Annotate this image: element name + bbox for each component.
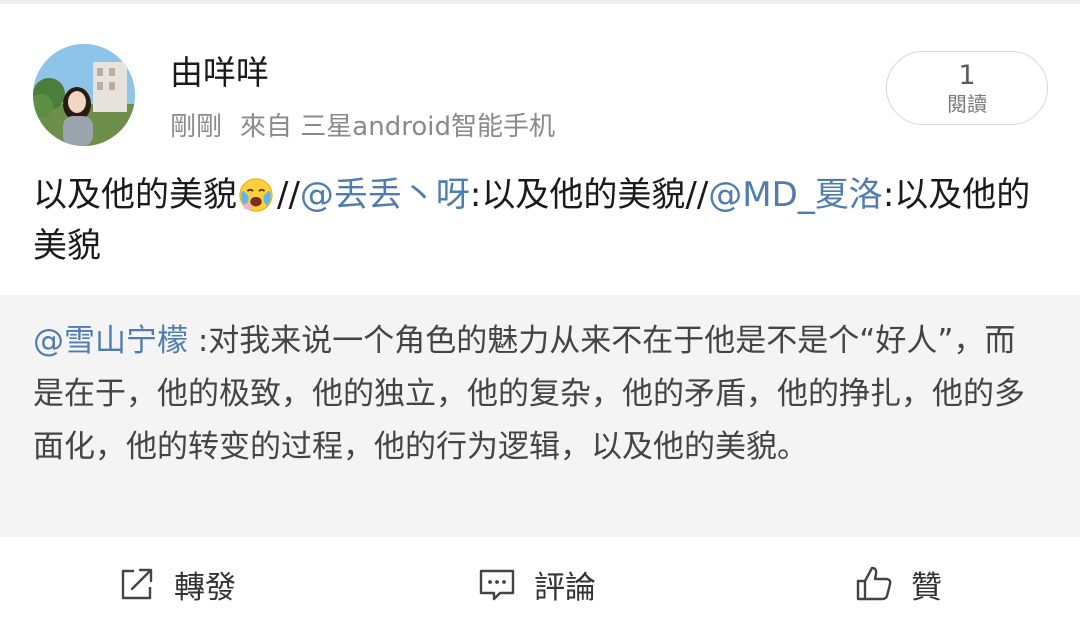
avatar[interactable]	[33, 44, 135, 146]
crying-laughing-emoji-icon	[239, 178, 273, 212]
post-meta: 剛剛 來自 三星android智能手机	[170, 106, 555, 143]
read-count-badge: 1 閱讀	[886, 51, 1048, 125]
like-button[interactable]: 贊	[855, 562, 942, 606]
mention-link[interactable]: @MD_夏洛	[708, 175, 883, 215]
comment-icon	[479, 569, 515, 601]
post-source: 來自 三星android智能手机	[240, 112, 555, 142]
thumbs-up-icon	[856, 566, 892, 601]
avatar-photo	[33, 44, 135, 146]
post-content: 以及他的美貌//@丢丢丶呀:以及他的美貌//@MD_夏洛:以及他的美貌	[33, 170, 1048, 272]
repost-button[interactable]: 轉發	[118, 562, 236, 606]
read-label: 閱讀	[947, 92, 987, 116]
mention-link[interactable]: @丢丢丶呀	[300, 175, 470, 215]
repost-icon	[121, 568, 153, 600]
repost-label: 轉發	[174, 569, 236, 606]
quoted-author-mention[interactable]: @雪山宁檬	[33, 323, 188, 359]
post-text-part: //	[277, 175, 300, 215]
quoted-post-text: @雪山宁檬 :对我来说一个角色的魅力从来不在于他是不是个“好人”，而是在于，他的…	[33, 315, 1043, 474]
post-text-part: 以及他的美貌	[33, 175, 237, 215]
like-label: 贊	[911, 569, 942, 606]
read-count: 1	[958, 60, 976, 91]
top-divider	[0, 0, 1080, 4]
comment-label: 評論	[534, 569, 596, 606]
comment-button[interactable]: 評論	[478, 562, 596, 606]
author-name[interactable]: 由咩咩	[170, 46, 269, 94]
post-time: 剛剛	[170, 112, 223, 142]
quoted-post[interactable]: @雪山宁檬 :对我来说一个角色的魅力从来不在于他是不是个“好人”，而是在于，他的…	[0, 295, 1080, 537]
action-bar: 轉發 評論 贊	[0, 545, 1080, 628]
post-text-part: :以及他的美貌//	[469, 175, 709, 215]
